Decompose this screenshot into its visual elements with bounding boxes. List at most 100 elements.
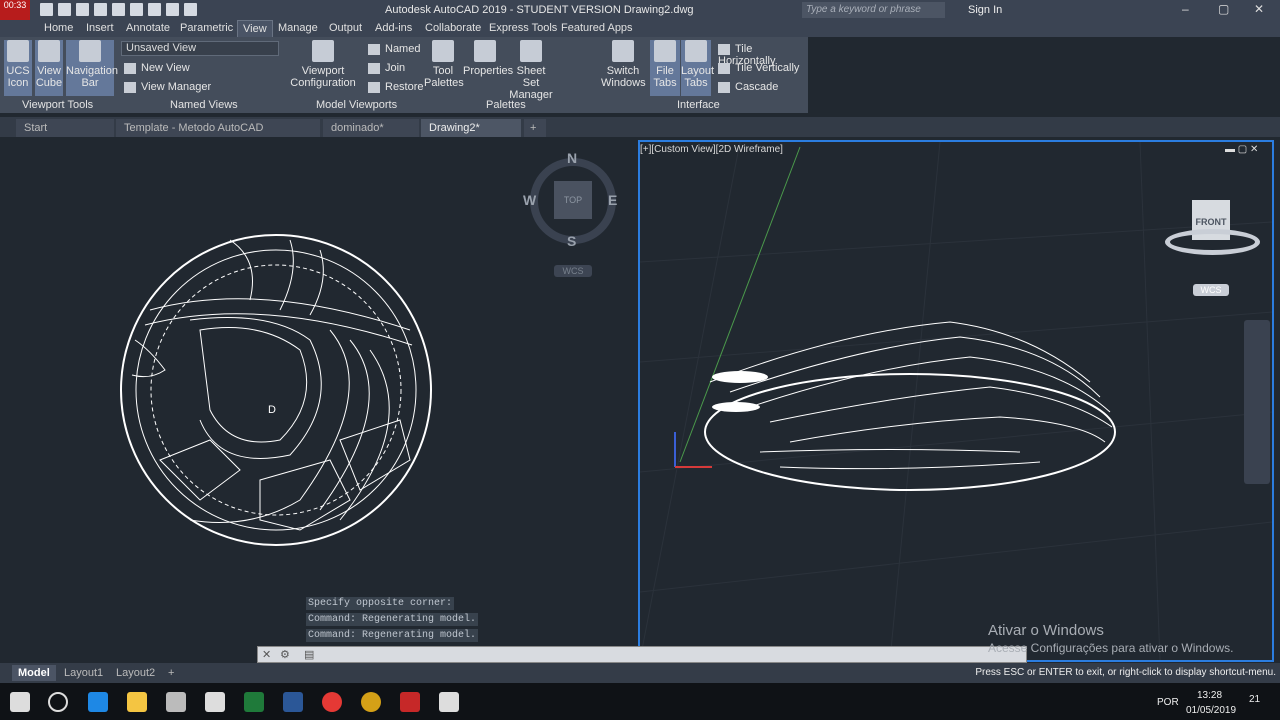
doc-tab-drawing2[interactable]: Drawing2* [421, 119, 521, 137]
close-command-icon[interactable]: ✕ [262, 648, 271, 661]
recent-commands-icon[interactable]: ▤ [304, 648, 314, 661]
save-icon[interactable] [76, 3, 89, 16]
tab-collaborate[interactable]: Collaborate [425, 22, 481, 34]
layout-tabs-button[interactable]: Layout Tabs [681, 40, 714, 96]
named-viewports-label: Named [385, 43, 421, 55]
document-tab-bar: Start Template - Metodo AutoCAD Dominado… [0, 117, 1280, 152]
chrome-icon[interactable] [322, 692, 342, 712]
sheet-set-manager-button[interactable]: Sheet Set Manager [509, 40, 553, 101]
new-tab-button[interactable]: + [524, 119, 546, 137]
named-viewports-button[interactable]: Named [368, 43, 420, 55]
tab-insert[interactable]: Insert [86, 22, 114, 34]
view-manager-button[interactable]: View Manager [124, 81, 211, 93]
customize-icon[interactable]: ⚙ [280, 648, 290, 661]
undo-icon[interactable] [166, 3, 179, 16]
new-view-icon [124, 62, 136, 74]
title-bar: 00:33 Autodesk AutoCAD 2019 - STUDENT VE… [0, 0, 1280, 20]
wcs-menu-left[interactable]: WCS [554, 265, 592, 277]
viewport-left[interactable]: D N S E W TOP WCS [0, 140, 636, 662]
file-explorer-icon[interactable] [127, 692, 147, 712]
autocad-logo-icon[interactable]: 00:33 [0, 0, 30, 20]
new-file-icon[interactable] [40, 3, 53, 16]
close-icon[interactable]: ✕ [1254, 2, 1264, 16]
viewport-right[interactable] [638, 140, 1274, 662]
doc-tab-template[interactable]: Template - Metodo AutoCAD Dominado* [116, 119, 320, 152]
view-cube-button[interactable]: View Cube [35, 40, 63, 96]
switch-windows-button[interactable]: Switch Windows [601, 40, 646, 96]
command-history-line: Command: Regenerating model. [306, 629, 479, 642]
excel-icon[interactable] [244, 692, 264, 712]
viewport-window-controls[interactable]: ▬ ▢ ✕ [1225, 144, 1258, 155]
new-view-button[interactable]: New View [124, 62, 190, 74]
cascade-button[interactable]: Cascade [718, 81, 778, 93]
word-icon[interactable] [283, 692, 303, 712]
tab-home[interactable]: Home [44, 22, 73, 34]
ucs-icon-button[interactable]: UCS Icon [4, 40, 32, 96]
minimize-icon[interactable]: – [1182, 2, 1189, 16]
app-icon[interactable] [361, 692, 381, 712]
tab-add-ins[interactable]: Add-ins [375, 22, 412, 34]
mail-icon[interactable] [205, 692, 225, 712]
tab-featured-apps[interactable]: Featured Apps [561, 22, 633, 34]
tab-view[interactable]: View [237, 20, 273, 37]
viewport-configuration-button[interactable]: Viewport Configuration [290, 40, 356, 96]
activation-watermark-title: Ativar o Windows [988, 622, 1104, 639]
tab-express-tools[interactable]: Express Tools [489, 22, 557, 34]
clock-date[interactable]: 01/05/2019 [1186, 705, 1236, 716]
file-tabs-label: File Tabs [653, 65, 677, 89]
recording-time: 00:33 [3, 0, 27, 10]
model-tab[interactable]: Model [12, 665, 56, 681]
compass-west[interactable]: W [523, 192, 536, 208]
edge-icon[interactable] [88, 692, 108, 712]
clock-time[interactable]: 13:28 [1197, 690, 1222, 701]
tile-vertically-icon [718, 62, 730, 74]
palettes-title[interactable]: Palettes [486, 99, 526, 111]
named-view-dropdown[interactable]: Unsaved View [121, 41, 279, 56]
doc-tab-start[interactable]: Start [16, 119, 114, 137]
store-icon[interactable] [166, 692, 186, 712]
tab-manage[interactable]: Manage [278, 22, 318, 34]
command-input[interactable]: ✕ ⚙ ▤ [257, 646, 1027, 663]
tab-parametric[interactable]: Parametric [180, 22, 233, 34]
join-label: Join [385, 62, 406, 74]
notification-count[interactable]: 21 [1249, 694, 1260, 705]
windows-start-icon[interactable] [10, 692, 30, 712]
sign-in-button[interactable]: Sign In [968, 4, 1002, 16]
navigation-bar[interactable] [1244, 320, 1270, 484]
layout1-tab[interactable]: Layout1 [58, 665, 109, 681]
tool-palettes-icon [432, 40, 454, 62]
plot-icon[interactable] [148, 3, 161, 16]
autocad-icon[interactable] [400, 692, 420, 712]
wcs-menu-right[interactable]: WCS [1193, 284, 1229, 296]
maximize-icon[interactable]: ▢ [1218, 2, 1229, 16]
photos-icon[interactable] [439, 692, 459, 712]
viewport-label[interactable]: [+][Custom View][2D Wireframe] [640, 144, 783, 155]
viewport-tools-title[interactable]: Viewport Tools [22, 99, 93, 111]
language-indicator[interactable]: POR [1157, 697, 1179, 708]
layout2-tab[interactable]: Layout2 [110, 665, 161, 681]
tab-annotate[interactable]: Annotate [126, 22, 170, 34]
redo-icon[interactable] [184, 3, 197, 16]
search-input[interactable]: Type a keyword or phrase [802, 2, 945, 18]
add-layout-button[interactable]: + [162, 665, 180, 681]
compass-north[interactable]: N [567, 150, 577, 166]
open-web-icon[interactable] [112, 3, 125, 16]
tool-palettes-button[interactable]: Tool Palettes [424, 40, 464, 96]
view-cube-ring[interactable] [1165, 229, 1260, 255]
doc-tab-dominado[interactable]: dominado* [323, 119, 419, 137]
compass-south[interactable]: S [567, 233, 576, 249]
tab-output[interactable]: Output [329, 22, 362, 34]
join-button[interactable]: Join [368, 62, 405, 74]
save-as-icon[interactable] [94, 3, 107, 16]
properties-button[interactable]: Properties [463, 40, 513, 96]
file-tabs-button[interactable]: File Tabs [650, 40, 680, 96]
view-cube-top[interactable]: TOP [554, 181, 592, 219]
cube-icon [38, 40, 60, 62]
navigation-bar-button[interactable]: Navigation Bar [66, 40, 118, 96]
open-file-icon[interactable] [58, 3, 71, 16]
cortana-icon[interactable] [48, 692, 68, 712]
save-web-icon[interactable] [130, 3, 143, 16]
compass-east[interactable]: E [608, 192, 617, 208]
restore-button[interactable]: Restore [368, 81, 424, 93]
tile-vertically-button[interactable]: Tile Vertically [718, 62, 799, 74]
